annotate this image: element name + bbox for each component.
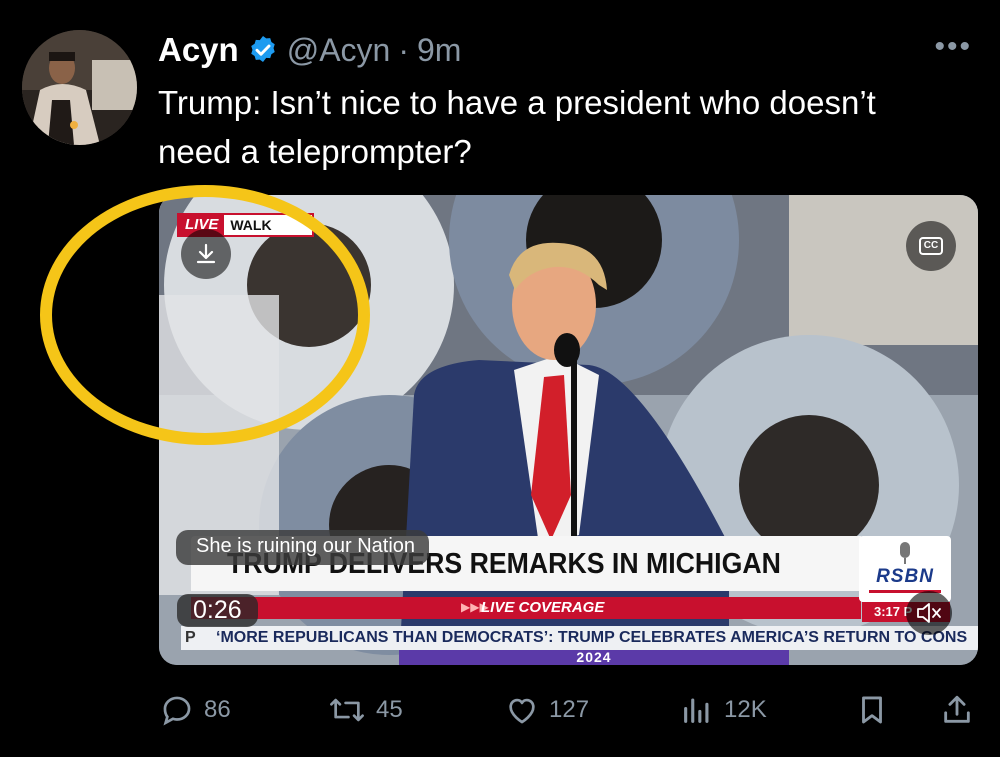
- closed-captions-button[interactable]: CC: [906, 221, 956, 271]
- reply-icon: [163, 696, 191, 726]
- avatar-photo: [22, 30, 137, 145]
- cc-label: CC: [918, 237, 944, 255]
- repost-button[interactable]: 45: [328, 680, 403, 740]
- tweet-text: Trump: Isn’t nice to have a president wh…: [158, 84, 876, 170]
- download-icon[interactable]: [181, 229, 231, 279]
- more-horizontal-icon[interactable]: •••: [934, 30, 972, 64]
- like-count: 127: [549, 696, 590, 723]
- microphone-icon: [900, 542, 910, 564]
- year-label: 2024: [576, 649, 612, 665]
- share-button[interactable]: [940, 680, 974, 740]
- mute-icon[interactable]: [906, 591, 952, 635]
- author-name[interactable]: Acyn: [158, 31, 239, 69]
- network-name: RSBN: [876, 566, 934, 587]
- reply-button[interactable]: 86: [160, 680, 231, 740]
- live-coverage-bar: ▶▶▶ LIVE COVERAGE: [191, 597, 861, 619]
- tweet-header: Acyn @Acyn · 9m: [158, 28, 461, 72]
- author-avatar[interactable]: [22, 30, 137, 145]
- year-banner: 2024: [399, 649, 789, 665]
- live-coverage-label: LIVE COVERAGE: [481, 599, 605, 616]
- bookmark-button[interactable]: [855, 680, 889, 740]
- views-button[interactable]: 12K: [680, 680, 767, 740]
- repost-icon: [330, 698, 364, 722]
- post-time[interactable]: 9m: [417, 32, 461, 69]
- video-caption: She is ruining our Nation: [176, 530, 430, 565]
- view-count: 12K: [724, 696, 767, 723]
- ticker-prefix: P: [185, 629, 196, 646]
- share-icon: [944, 695, 970, 723]
- reply-count: 86: [204, 696, 231, 723]
- ticker-text: ‘MORE REPUBLICANS THAN DEMOCRATS’: TRUMP…: [216, 629, 968, 646]
- action-bar: 86 45 127 12K: [0, 680, 1000, 740]
- heart-icon: [509, 698, 535, 724]
- author-handle[interactable]: @Acyn: [287, 32, 391, 69]
- video-player[interactable]: LIVE WALK CC TRUMP DELIVERS REMARKS IN M…: [159, 195, 978, 665]
- verified-badge-icon: [247, 34, 279, 66]
- repost-count: 45: [376, 696, 403, 723]
- location-label: WALK: [230, 217, 272, 233]
- video-elapsed-time: 0:26: [177, 594, 258, 627]
- bookmark-icon: [862, 696, 882, 724]
- handle-separator: ·: [398, 31, 409, 68]
- video-frame: [159, 195, 978, 665]
- analytics-icon: [684, 698, 709, 723]
- like-button[interactable]: 127: [505, 680, 589, 740]
- news-ticker: P ‘MORE REPUBLICANS THAN DEMOCRATS’: TRU…: [181, 626, 978, 650]
